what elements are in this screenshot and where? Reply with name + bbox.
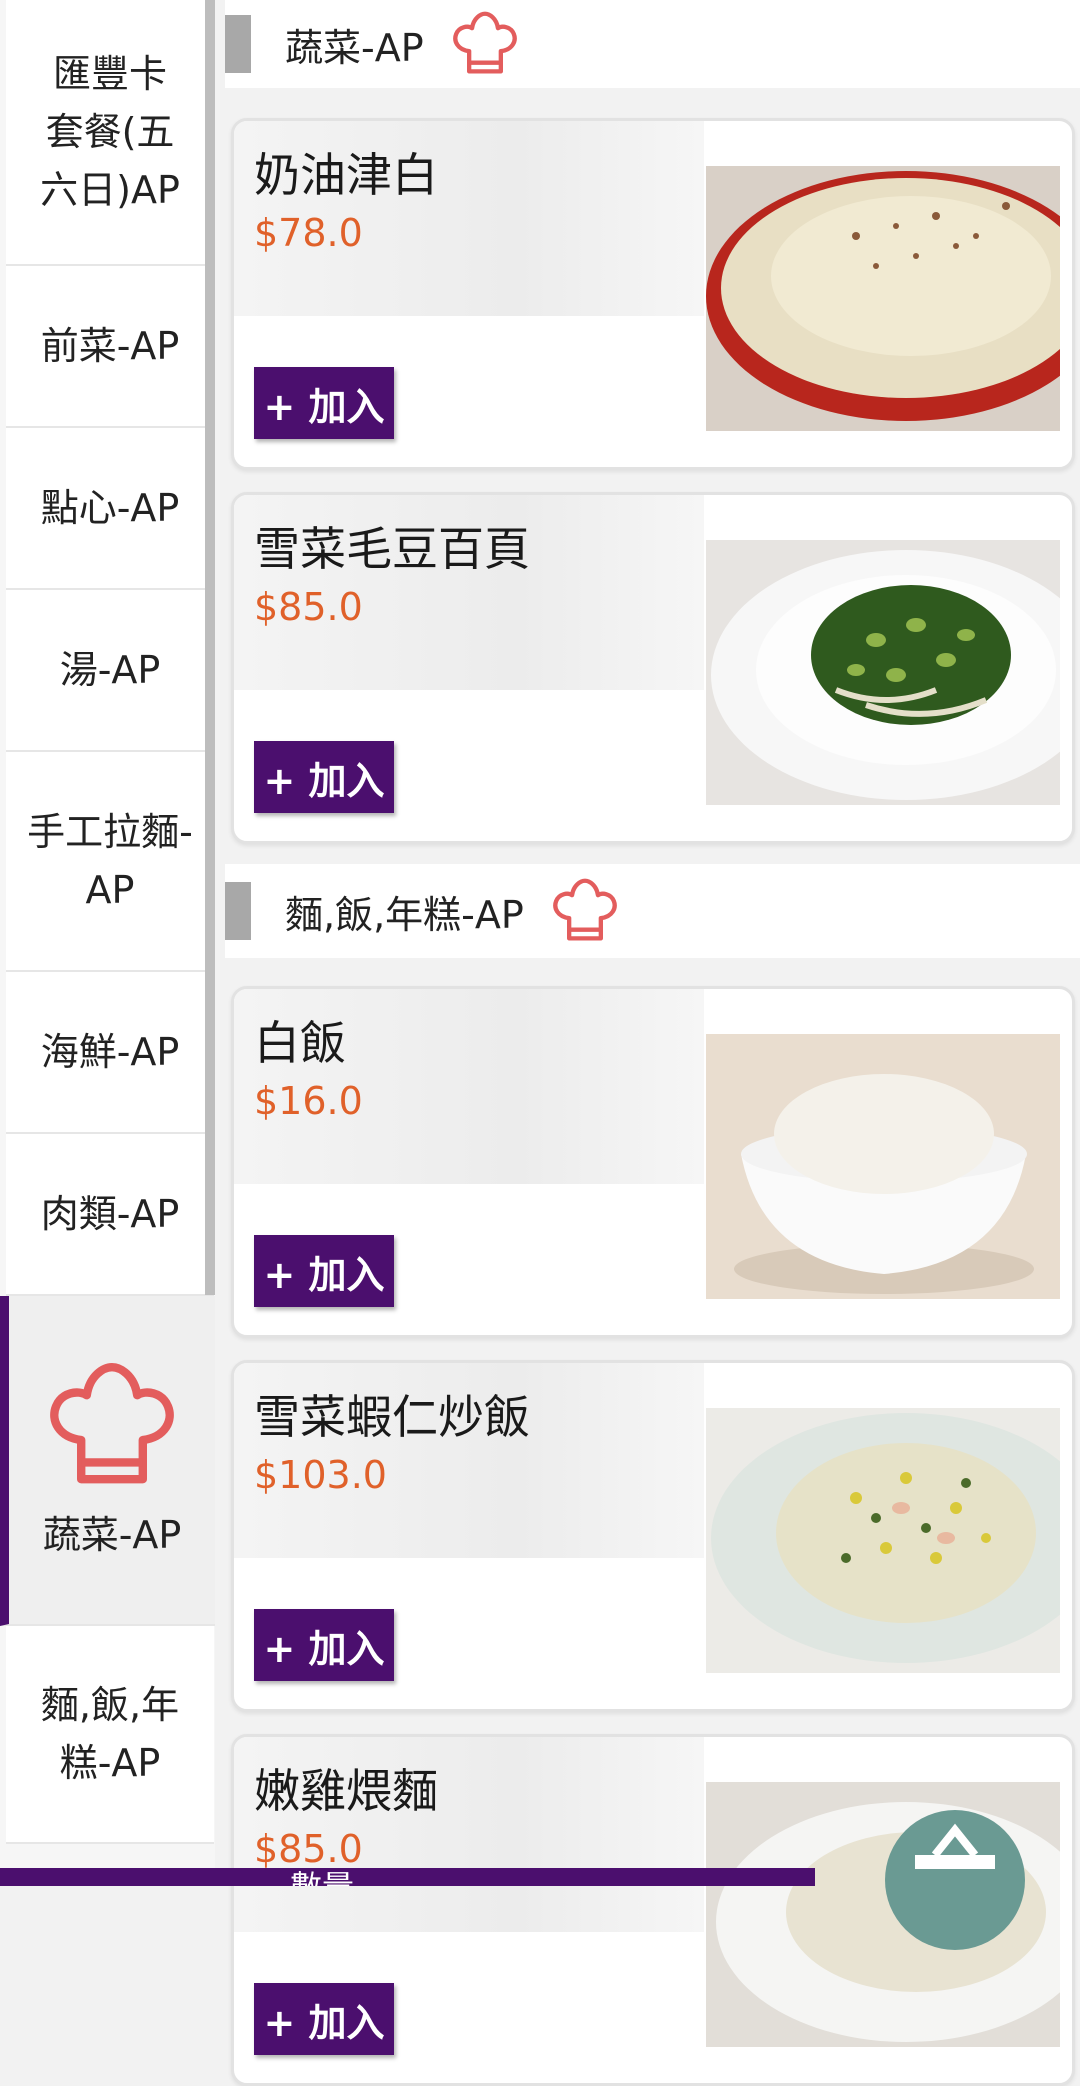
sidebar-item-label: 點心-AP	[40, 486, 180, 530]
sidebar-item-appetizer[interactable]: 前菜-AP	[6, 266, 214, 428]
sidebar-item-dimsum[interactable]: 點心-AP	[6, 428, 214, 590]
sidebar-item-soup[interactable]: 湯-AP	[6, 590, 214, 752]
dish-image[interactable]	[706, 1034, 1060, 1299]
menu-list[interactable]: 蔬菜-AP 奶油津白 $78.0 + 加入 雪菜毛豆百頁 $85.0 + 加入	[225, 0, 1080, 2086]
sidebar-item-noodles[interactable]: 手工拉麵-AP	[6, 752, 214, 972]
sidebar-item-label: 手工拉麵-AP	[27, 810, 193, 912]
basket-icon	[915, 1823, 995, 1869]
category-sidebar: 匯豐卡套餐(五六日)AP 前菜-AP 點心-AP 湯-AP 手工拉麵-AP 海鮮…	[0, 0, 215, 1886]
section-title: 麵,飯,年糕-AP	[285, 892, 524, 937]
menu-item-card[interactable]: 白飯 $16.0 + 加入	[231, 986, 1075, 1338]
chef-hat-icon	[452, 11, 517, 74]
add-button[interactable]: + 加入	[254, 367, 394, 439]
sidebar-scrollbar[interactable]	[205, 0, 215, 1295]
sidebar-item-seafood[interactable]: 海鮮-AP	[6, 972, 214, 1134]
sidebar-item-label: 肉類-AP	[40, 1192, 180, 1236]
cart-button[interactable]	[885, 1810, 1025, 1950]
sidebar-item-label: 蔬菜-AP	[42, 1513, 182, 1557]
dish-image[interactable]	[706, 1408, 1060, 1673]
menu-item-card[interactable]: 雪菜毛豆百頁 $85.0 + 加入	[231, 492, 1075, 844]
sidebar-item-label: 匯豐卡套餐(五六日)AP	[40, 52, 180, 212]
menu-item-card[interactable]: 奶油津白 $78.0 + 加入	[231, 118, 1075, 470]
item-name: 雪菜毛豆百頁	[254, 522, 530, 576]
section-header-rice-noodle: 麵,飯,年糕-AP	[225, 864, 1080, 958]
chef-hat-icon	[553, 878, 617, 941]
section-marker	[225, 882, 251, 940]
dish-image[interactable]	[706, 166, 1060, 431]
add-button[interactable]: + 加入	[254, 1235, 394, 1307]
item-price: $85.0	[254, 1827, 363, 1871]
item-price: $78.0	[254, 211, 363, 255]
item-name: 嫩雞煨麵	[254, 1764, 438, 1818]
chef-hat-icon	[50, 1363, 174, 1484]
section-header-vegetables: 蔬菜-AP	[225, 0, 1080, 88]
bottom-bar-label: 數量	[290, 1868, 354, 1886]
section-title: 蔬菜-AP	[285, 25, 424, 70]
item-price: $85.0	[254, 585, 363, 629]
sidebar-item-label: 前菜-AP	[40, 324, 180, 368]
sidebar-item-rice-noodle[interactable]: 麵,飯,年糕-AP	[6, 1626, 214, 1844]
add-button[interactable]: + 加入	[254, 1609, 394, 1681]
sidebar-item-hsbc-set[interactable]: 匯豐卡套餐(五六日)AP	[6, 0, 214, 266]
menu-item-card[interactable]: 雪菜蝦仁炒飯 $103.0 + 加入	[231, 1360, 1075, 1712]
add-button[interactable]: + 加入	[254, 741, 394, 813]
item-price: $103.0	[254, 1453, 387, 1497]
item-name: 奶油津白	[254, 148, 438, 202]
sidebar-item-meat[interactable]: 肉類-AP	[6, 1134, 214, 1296]
item-name: 雪菜蝦仁炒飯	[254, 1390, 530, 1444]
sidebar-item-vegetables[interactable]: 蔬菜-AP	[0, 1296, 215, 1626]
sidebar-item-label: 海鮮-AP	[40, 1030, 180, 1074]
item-name: 白飯	[254, 1016, 346, 1070]
sidebar-item-label: 湯-AP	[59, 648, 161, 692]
dish-image[interactable]	[706, 540, 1060, 805]
bottom-cart-bar[interactable]: 數量	[0, 1868, 815, 1886]
add-button[interactable]: + 加入	[254, 1983, 394, 2055]
section-marker	[225, 15, 251, 73]
sidebar-item-label: 麵,飯,年糕-AP	[40, 1683, 180, 1785]
item-price: $16.0	[254, 1079, 363, 1123]
